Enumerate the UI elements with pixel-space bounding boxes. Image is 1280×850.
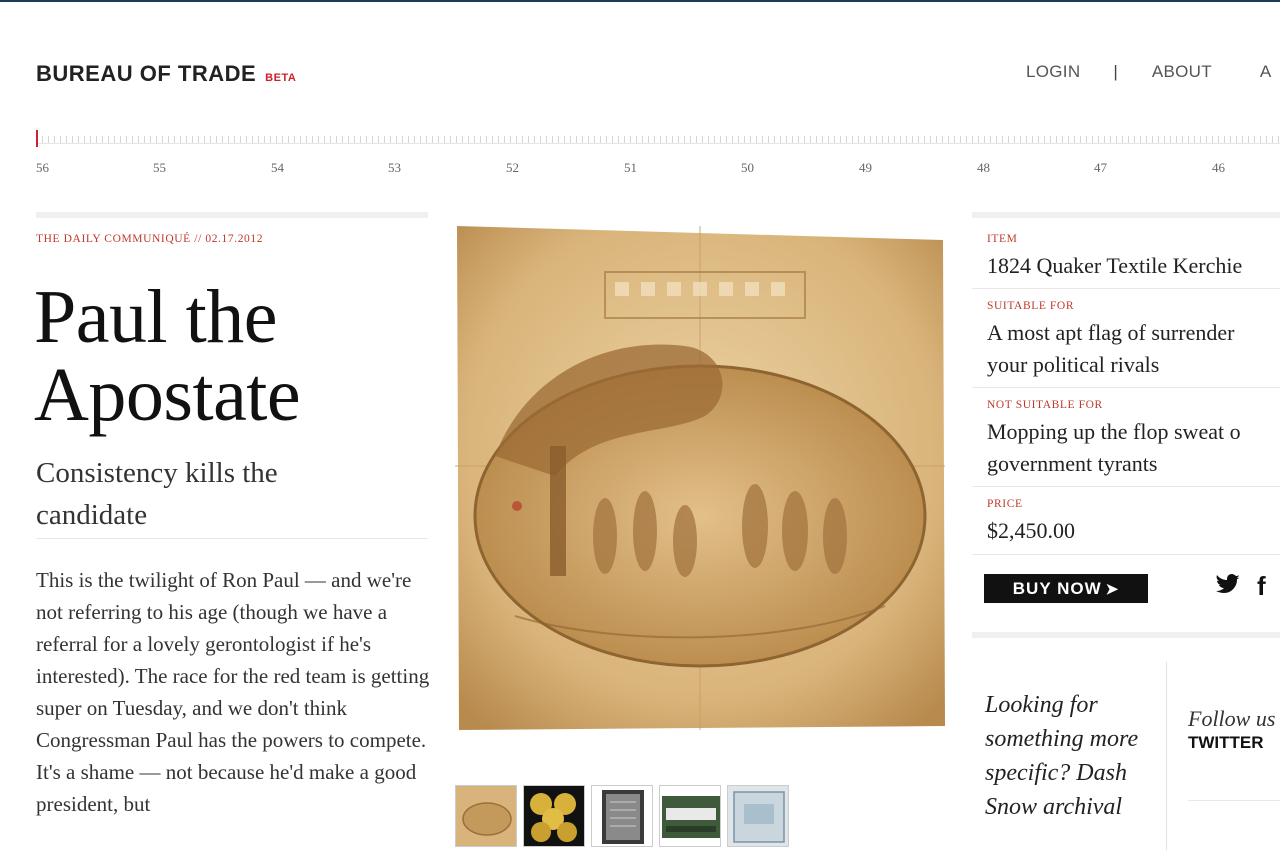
thumbnail-gold-coins[interactable] — [523, 785, 585, 847]
not-suitable-label: NOT SUITABLE FOR — [987, 399, 1103, 411]
not-suitable-line: government tyrants — [987, 451, 1158, 476]
timeline-label[interactable]: 51 — [624, 160, 637, 176]
site-logo[interactable]: BUREAU OF TRADE BETA — [36, 61, 296, 87]
framed-document-thumb-image — [592, 786, 652, 846]
info-divider — [972, 288, 1280, 289]
top-border — [0, 0, 1280, 2]
facebook-icon[interactable]: f — [1257, 571, 1266, 602]
timeline-ticks — [36, 130, 1280, 144]
kerchief-illustration — [455, 226, 945, 730]
item-label: ITEM — [987, 233, 1018, 245]
gold-coins-thumb-image — [524, 786, 584, 846]
product-top-rule — [972, 212, 1280, 218]
main-product-image[interactable] — [455, 226, 945, 730]
timeline-label[interactable]: 54 — [271, 160, 284, 176]
timeline-label[interactable]: 48 — [977, 160, 990, 176]
article-subhead: Consistency kills the candidate — [36, 457, 278, 531]
arrow-right-icon: ➤ — [1105, 580, 1120, 598]
twitter-follow-link[interactable]: TWITTER — [1188, 733, 1264, 753]
login-link[interactable]: LOGIN — [1026, 62, 1080, 82]
timeline-label[interactable]: 50 — [741, 160, 754, 176]
thumbnail-strip — [455, 785, 795, 847]
suitable-line: your political rivals — [987, 352, 1160, 377]
timeline-scrubber[interactable]: 56 55 54 53 52 51 50 49 48 47 46 — [36, 128, 1280, 180]
info-divider — [972, 387, 1280, 388]
thumbnail-framed-document[interactable] — [591, 785, 653, 847]
kerchief-thumb-image — [456, 786, 516, 846]
thumbnail-kerchief[interactable] — [455, 785, 517, 847]
subhead-divider — [36, 538, 428, 539]
twitter-icon[interactable] — [1215, 573, 1241, 597]
buy-now-label: BUY NOW — [1012, 578, 1102, 598]
sidebar-divider — [1166, 662, 1167, 850]
timeline-label[interactable]: 47 — [1094, 160, 1107, 176]
not-suitable-value: Mopping up the flop sweat o government t… — [987, 416, 1241, 480]
suitable-value: A most apt flag of surrender your politi… — [987, 317, 1234, 381]
nav-separator: | — [1113, 62, 1118, 81]
kicker-separator: // — [194, 233, 202, 245]
timeline-label[interactable]: 52 — [506, 160, 519, 176]
top-nav: LOGIN | ABOUT A — [1026, 62, 1272, 82]
timeline-current-marker[interactable] — [36, 130, 38, 147]
product-bottom-rule — [972, 632, 1280, 638]
article-top-rule — [36, 212, 428, 218]
article-kicker: THE DAILY COMMUNIQUÉ // 02.17.2012 — [36, 233, 263, 245]
promo-text[interactable]: Looking for something more specific? Das… — [985, 688, 1155, 824]
article-date: 02.17.2012 — [205, 233, 264, 245]
timeline-label[interactable]: 56 — [36, 160, 49, 176]
follow-divider — [1188, 800, 1280, 801]
headline-line: Paul the — [34, 275, 277, 359]
follow-prompt: Follow us — [1188, 706, 1276, 731]
article-body: This is the twilight of Ron Paul — and w… — [36, 568, 430, 816]
thumbnail-green-case[interactable] — [659, 785, 721, 847]
about-link[interactable]: ABOUT — [1152, 62, 1212, 82]
nav-link-truncated[interactable]: A — [1260, 62, 1272, 82]
timeline-label[interactable]: 46 — [1212, 160, 1225, 176]
info-divider — [972, 554, 1280, 555]
suitable-label: SUITABLE FOR — [987, 300, 1075, 312]
green-case-thumb-image — [660, 786, 720, 846]
timeline-label[interactable]: 55 — [153, 160, 166, 176]
not-suitable-line: Mopping up the flop sweat o — [987, 419, 1241, 444]
timeline-label[interactable]: 53 — [388, 160, 401, 176]
beta-badge: BETA — [265, 72, 297, 84]
price-label: PRICE — [987, 498, 1023, 510]
buy-now-button[interactable]: BUY NOW ➤ — [984, 574, 1148, 603]
item-value: 1824 Quaker Textile Kerchie — [987, 253, 1243, 278]
timeline-baseline — [36, 143, 1280, 144]
timeline-label[interactable]: 49 — [859, 160, 872, 176]
info-divider — [972, 486, 1280, 487]
article-headline: Paul the Apostate — [34, 278, 434, 434]
suitable-line: A most apt flag of surrender — [987, 320, 1235, 345]
thumbnail-blue-certificate[interactable] — [727, 785, 789, 847]
kicker-section[interactable]: THE DAILY COMMUNIQUÉ — [36, 233, 191, 245]
blue-certificate-thumb-image — [728, 786, 788, 846]
logo-text: BUREAU OF TRADE — [36, 61, 257, 86]
headline-line: Apostate — [34, 353, 301, 437]
price-value: $2,450.00 — [987, 518, 1075, 543]
